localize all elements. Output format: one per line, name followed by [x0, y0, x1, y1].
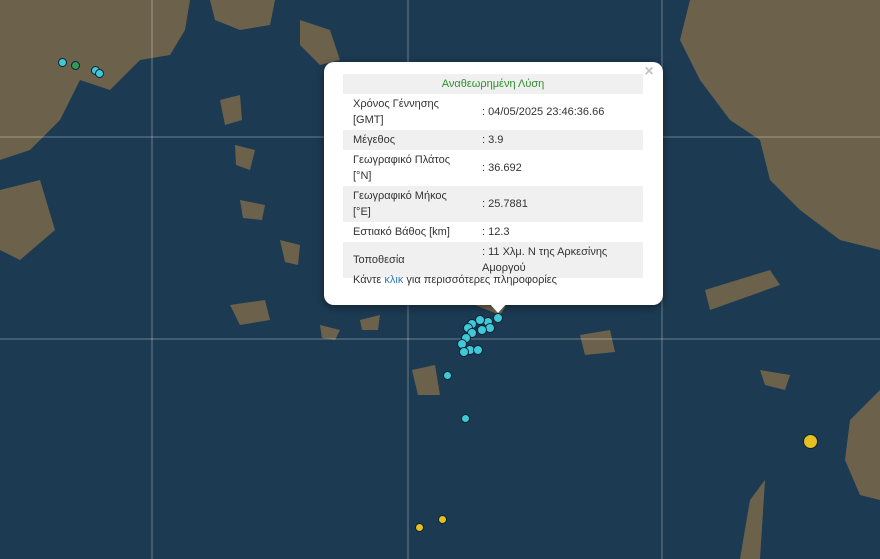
earthquake-marker-cyan[interactable] [473, 345, 483, 355]
magnitude-label: Μέγεθος [343, 130, 472, 150]
sifnos-island [240, 200, 265, 220]
syros-island [220, 95, 242, 125]
milos-island [230, 300, 270, 325]
evia-andros [210, 0, 275, 30]
astypalaia-island [580, 330, 615, 355]
nisyros-tilos [760, 370, 790, 390]
latitude-value: : 36.692 [472, 150, 643, 186]
kos-island [705, 270, 780, 310]
depth-value: : 12.3 [472, 222, 643, 242]
earthquake-marker-cyan[interactable] [477, 325, 487, 335]
popup-pointer [489, 303, 507, 313]
origin-time-value: : 04/05/2025 23:46:36.66 [472, 94, 643, 130]
earthquake-info-popup: × Αναθεωρημένη Λύση Χρόνος Γέννησης [GMT… [324, 62, 663, 305]
depth-label: Εστιακό Βάθος [km] [343, 222, 472, 242]
santorini-island [412, 365, 440, 395]
peloponnese-east [0, 180, 55, 260]
serifos-island [235, 145, 255, 170]
folegandros-island [320, 325, 340, 340]
earthquake-marker-cyan[interactable] [57, 57, 67, 67]
popup-title: Αναθεωρημένη Λύση [343, 74, 643, 94]
location-label: Τοποθεσία [343, 242, 472, 278]
magnitude-value: : 3.9 [472, 130, 643, 150]
location-value: : 11 Χλμ. Ν της Αρκεσίνης Αμοργού [472, 242, 643, 278]
earthquake-marker-cyan[interactable] [442, 370, 452, 380]
andros-island [300, 20, 340, 65]
longitude-value: : 25.7881 [472, 186, 643, 222]
ios-island [360, 315, 380, 330]
earthquake-marker-cyan[interactable] [459, 347, 469, 357]
earthquake-marker-cyan[interactable] [493, 313, 503, 323]
more-info-suffix: για περισσότερες πληροφορίες [403, 274, 557, 286]
longitude-label: Γεωγραφικό Μήκος [°E] [343, 186, 472, 222]
rhodes-island [845, 390, 880, 500]
earthquake-marker-yellow[interactable] [437, 514, 447, 524]
close-icon[interactable]: × [641, 64, 657, 80]
kimolos-island [280, 240, 300, 265]
asia-minor-coast [680, 0, 880, 250]
origin-time-label: Χρόνος Γέννησης [GMT] [343, 94, 472, 130]
karpathos-island [740, 480, 765, 559]
earthquake-marker-yellow[interactable] [414, 522, 424, 532]
more-info-text: Κάντε κλικ για περισσότερες πληροφορίες [353, 274, 557, 286]
earthquake-marker-yellow[interactable] [802, 433, 818, 449]
attica-coast [0, 0, 190, 160]
latitude-label: Γεωγραφικό Πλάτος [°N] [343, 150, 472, 186]
more-info-link[interactable]: κλικ [384, 274, 403, 286]
more-info-prefix: Κάντε [353, 274, 385, 286]
earthquake-details-table: Αναθεωρημένη Λύση Χρόνος Γέννησης [GMT] … [343, 74, 643, 278]
earthquake-marker-cyan[interactable] [460, 413, 470, 423]
earthquake-marker-cyan[interactable] [94, 68, 104, 78]
earthquake-marker-green[interactable] [70, 60, 80, 70]
